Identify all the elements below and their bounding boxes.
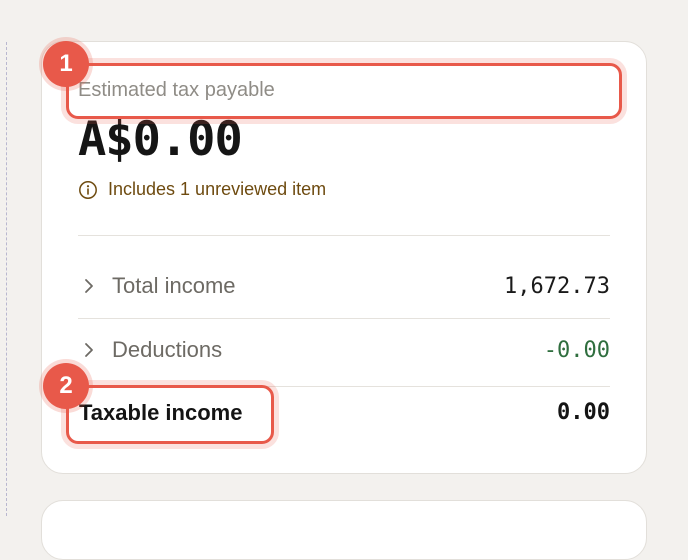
total-income-label: Total income (112, 273, 236, 298)
total-income-value: 1,672.73 (504, 274, 610, 299)
chevron-right-icon (85, 279, 93, 293)
deductions-value: -0.00 (543, 338, 610, 363)
chevron-right-icon (85, 343, 93, 357)
divider (78, 235, 610, 236)
unreviewed-notice-text: Includes 1 unreviewed item (108, 179, 327, 199)
left-rail-divider (6, 42, 7, 516)
unreviewed-notice[interactable]: Includes 1 unreviewed item (78, 179, 326, 200)
info-icon (79, 180, 97, 199)
total-income-row[interactable]: Total income (82, 273, 236, 299)
estimated-tax-amount: A$0.00 (78, 112, 243, 167)
highlight-box-estimated-label (66, 63, 622, 119)
next-card (41, 500, 647, 560)
divider (78, 318, 610, 319)
taxable-income-value: 0.00 (557, 400, 610, 425)
highlight-box-taxable-income (66, 385, 274, 444)
annotation-marker-1: 1 (43, 41, 89, 87)
annotation-marker-2: 2 (43, 363, 89, 409)
deductions-row[interactable]: Deductions (82, 337, 222, 363)
deductions-label: Deductions (112, 337, 223, 362)
